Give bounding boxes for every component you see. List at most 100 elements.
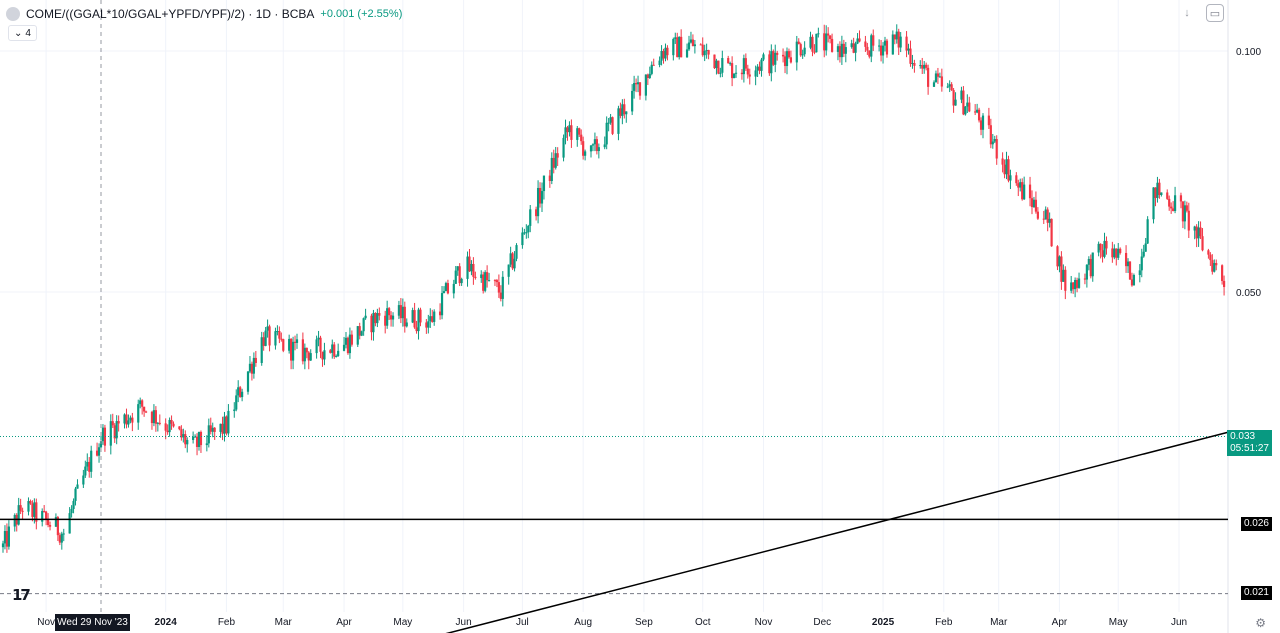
down-arrow-icon[interactable]: ↓ bbox=[1178, 4, 1196, 22]
candle-body bbox=[1044, 209, 1047, 220]
candle-body bbox=[817, 33, 820, 35]
candle-body bbox=[1199, 227, 1202, 237]
x-tick-label: Mar bbox=[275, 617, 293, 628]
y-tick-label: 0.050 bbox=[1236, 288, 1261, 299]
candle-body bbox=[109, 421, 112, 446]
candle-body bbox=[715, 60, 718, 69]
indicator-count: 4 bbox=[25, 27, 31, 39]
candle-body bbox=[440, 293, 444, 316]
candle-body bbox=[1185, 205, 1188, 211]
fullscreen-icon[interactable]: ▭ bbox=[1206, 4, 1224, 22]
candle-body bbox=[781, 54, 785, 57]
candle-body bbox=[429, 316, 432, 322]
candle-body bbox=[1156, 182, 1159, 198]
candle-body bbox=[701, 44, 704, 56]
candle-body bbox=[1062, 269, 1065, 282]
candle-body bbox=[33, 502, 36, 517]
candle-body bbox=[158, 422, 161, 424]
candle-body bbox=[3, 531, 7, 544]
candle-body bbox=[1181, 201, 1185, 222]
candle-body bbox=[1179, 195, 1183, 202]
candle-body bbox=[45, 511, 48, 520]
candle-body bbox=[295, 339, 299, 343]
x-tick-label: Apr bbox=[1052, 617, 1068, 628]
candle-body bbox=[76, 484, 79, 489]
candle-body bbox=[86, 461, 89, 467]
candle-body bbox=[1034, 199, 1038, 212]
candle-body bbox=[954, 99, 957, 106]
candle-body bbox=[1007, 159, 1010, 181]
x-axis: Nov 2024 Feb Mar Apr May Jun Jul Aug Sep Oct Nov Dec… bbox=[37, 617, 1187, 628]
candle-body bbox=[82, 475, 85, 485]
candle-body bbox=[556, 153, 559, 158]
candle-body bbox=[199, 431, 203, 446]
candle-body bbox=[960, 90, 963, 100]
candle-body bbox=[597, 147, 600, 152]
candle-body bbox=[611, 117, 614, 134]
symbol-title[interactable]: COME/((GGAL*10/GGAL+YPFD/YPF)/2) · 1D · … bbox=[26, 7, 314, 21]
candle-body bbox=[156, 422, 159, 424]
candle-body bbox=[117, 421, 120, 424]
candle-body bbox=[13, 514, 16, 527]
candle-body bbox=[293, 341, 297, 343]
candle-body bbox=[609, 117, 612, 123]
candle-body bbox=[948, 84, 951, 87]
candle-body bbox=[391, 315, 395, 320]
candle-body bbox=[703, 50, 706, 56]
candle-body bbox=[687, 42, 691, 50]
candle-body bbox=[976, 109, 979, 113]
candle-body bbox=[621, 104, 624, 116]
candle-body bbox=[141, 400, 144, 407]
candle-body bbox=[1207, 250, 1210, 255]
candle-body bbox=[809, 36, 812, 48]
candle-body bbox=[1030, 198, 1034, 208]
candle-body bbox=[1172, 208, 1175, 212]
top-toolbar: ↓ ▭ bbox=[1178, 4, 1224, 22]
candle-body bbox=[364, 315, 367, 319]
candle-body bbox=[1097, 243, 1100, 253]
candle-body bbox=[95, 450, 99, 456]
candle-body bbox=[235, 395, 238, 410]
candle-body bbox=[542, 175, 546, 192]
candle-body bbox=[221, 423, 224, 434]
candle-body bbox=[760, 59, 763, 71]
candle-body bbox=[856, 38, 859, 44]
candle-body bbox=[1050, 218, 1053, 247]
candle-body bbox=[1158, 182, 1161, 196]
candle-body bbox=[991, 141, 994, 145]
candle-body bbox=[936, 73, 940, 77]
candle-body bbox=[211, 427, 214, 432]
candle-body bbox=[101, 427, 105, 442]
candle-body bbox=[415, 327, 418, 332]
candle-body bbox=[291, 341, 295, 361]
candle-body bbox=[1144, 243, 1147, 252]
candle-body bbox=[617, 108, 620, 134]
candle-body bbox=[770, 51, 773, 74]
candle-body bbox=[1132, 275, 1136, 286]
candle-body bbox=[262, 337, 265, 346]
candle-body bbox=[254, 357, 257, 363]
candle-body bbox=[740, 72, 744, 75]
candle-body bbox=[154, 410, 157, 424]
candle-body bbox=[150, 411, 154, 424]
candle-body bbox=[213, 427, 216, 432]
settings-gear-icon[interactable]: ⚙ bbox=[1255, 616, 1266, 630]
candle-body bbox=[1130, 279, 1134, 286]
candle-body bbox=[568, 125, 571, 133]
candle-body bbox=[431, 316, 434, 322]
chart-area[interactable]: 0.100 0.050 Nov 2024 Feb Mar Apr May Jun Jul Aug S… bbox=[0, 0, 1280, 633]
candle-body bbox=[446, 283, 450, 294]
candle-body bbox=[895, 31, 898, 40]
candle-body bbox=[237, 387, 240, 396]
indicator-collapse-toggle[interactable]: ⌄ 4 bbox=[8, 25, 37, 41]
candle-body bbox=[664, 47, 667, 59]
candle-body bbox=[207, 425, 210, 444]
candle-body bbox=[680, 36, 683, 58]
candle-body bbox=[727, 58, 730, 64]
candle-body bbox=[825, 33, 828, 51]
candle-body bbox=[1160, 192, 1163, 196]
candle-body bbox=[260, 337, 263, 363]
candle-body bbox=[625, 111, 628, 115]
candle-body bbox=[209, 425, 212, 432]
candle-body bbox=[497, 282, 500, 293]
